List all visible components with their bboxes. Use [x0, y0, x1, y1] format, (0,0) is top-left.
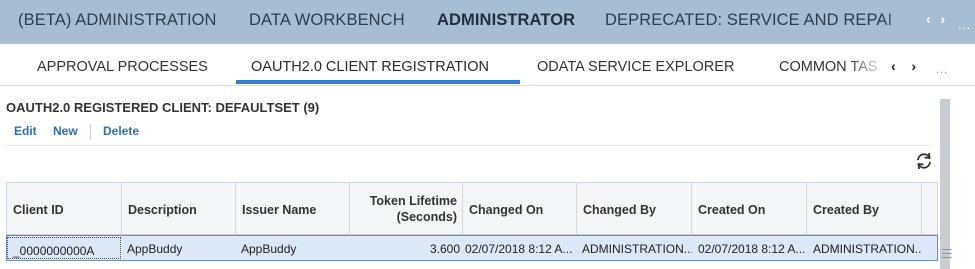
column-header-client-id[interactable]: Client ID [7, 183, 122, 234]
column-header-description[interactable]: Description [122, 183, 236, 234]
tab-approval-processes[interactable]: APPROVAL PROCESSES [37, 59, 208, 75]
column-header-changed-by[interactable]: Changed By [577, 183, 692, 234]
list-title: OAUTH2.0 REGISTERED CLIENT: DEFAULTSET (… [6, 100, 320, 115]
cell-client-id: _0000000000A [7, 237, 121, 259]
column-header-changed-on[interactable]: Changed On [463, 183, 577, 234]
workcenter-tab-deprecated-service[interactable]: DEPRECATED: SERVICE AND REPAI [605, 11, 892, 30]
new-button[interactable]: New [53, 124, 78, 138]
workcenter-bar: (BETA) ADMINISTRATION DATA WORKBENCH ADM… [0, 0, 975, 44]
workcenter-scroll-arrows-icon[interactable]: ‹ › [926, 11, 948, 27]
workcenter-tab-data-workbench[interactable]: DATA WORKBENCH [249, 11, 405, 30]
workcenter-more-icon[interactable]: ... [958, 18, 971, 32]
cell-issuer-name: AppBuddy [241, 242, 297, 256]
client-table: Client ID Description Issuer Name Token … [6, 182, 938, 261]
row-handle-icon[interactable]: — — — [942, 245, 952, 263]
workcenter-tab-administrator[interactable]: ADMINISTRATOR [437, 11, 575, 30]
refresh-icon[interactable] [914, 151, 934, 171]
toolbar-separator [6, 145, 930, 146]
tab-odata-service-explorer[interactable]: ODATA SERVICE EXPLORER [537, 59, 734, 75]
active-tab-indicator [236, 80, 520, 84]
tab-overflow-fade [880, 0, 924, 44]
delete-button[interactable]: Delete [103, 124, 139, 138]
cell-changed-by: ADMINISTRATION... [582, 242, 692, 256]
workcenter-tab-beta-administration[interactable]: (BETA) ADMINISTRATION [18, 11, 217, 30]
token-lifetime-label-line2: (Seconds) [396, 210, 457, 224]
column-header-created-by[interactable]: Created By [807, 183, 922, 234]
cell-created-by: ADMINISTRATION.. [813, 242, 922, 256]
view-tab-bar: APPROVAL PROCESSES OAUTH2.0 CLIENT REGIS… [0, 44, 975, 86]
table-row[interactable]: _0000000000A AppBuddy AppBuddy 3.600 02/… [6, 235, 938, 261]
column-header-issuer-name[interactable]: Issuer Name [236, 183, 350, 234]
cell-created-on: 02/07/2018 8:12 A... [698, 242, 806, 256]
column-header-token-lifetime[interactable]: Token Lifetime (Seconds) [350, 183, 463, 234]
tab-oauth-client-registration[interactable]: OAUTH2.0 CLIENT REGISTRATION [251, 59, 489, 75]
token-lifetime-label-line1: Token Lifetime [369, 194, 457, 208]
view-tab-overflow-fade [848, 44, 886, 84]
view-tab-more-icon[interactable]: ... [936, 64, 948, 76]
table-header: Client ID Description Issuer Name Token … [6, 182, 938, 235]
column-header-created-on[interactable]: Created On [692, 183, 807, 234]
cell-description: AppBuddy [127, 242, 183, 256]
page: (BETA) ADMINISTRATION DATA WORKBENCH ADM… [0, 0, 975, 269]
cell-token-lifetime: 3.600 [429, 242, 460, 256]
toolbar-divider [90, 124, 91, 140]
edit-button[interactable]: Edit [14, 124, 37, 138]
cell-changed-on: 02/07/2018 8:12 A... [465, 242, 573, 256]
view-tab-scroll-arrows-icon[interactable]: ‹ › [891, 58, 922, 74]
